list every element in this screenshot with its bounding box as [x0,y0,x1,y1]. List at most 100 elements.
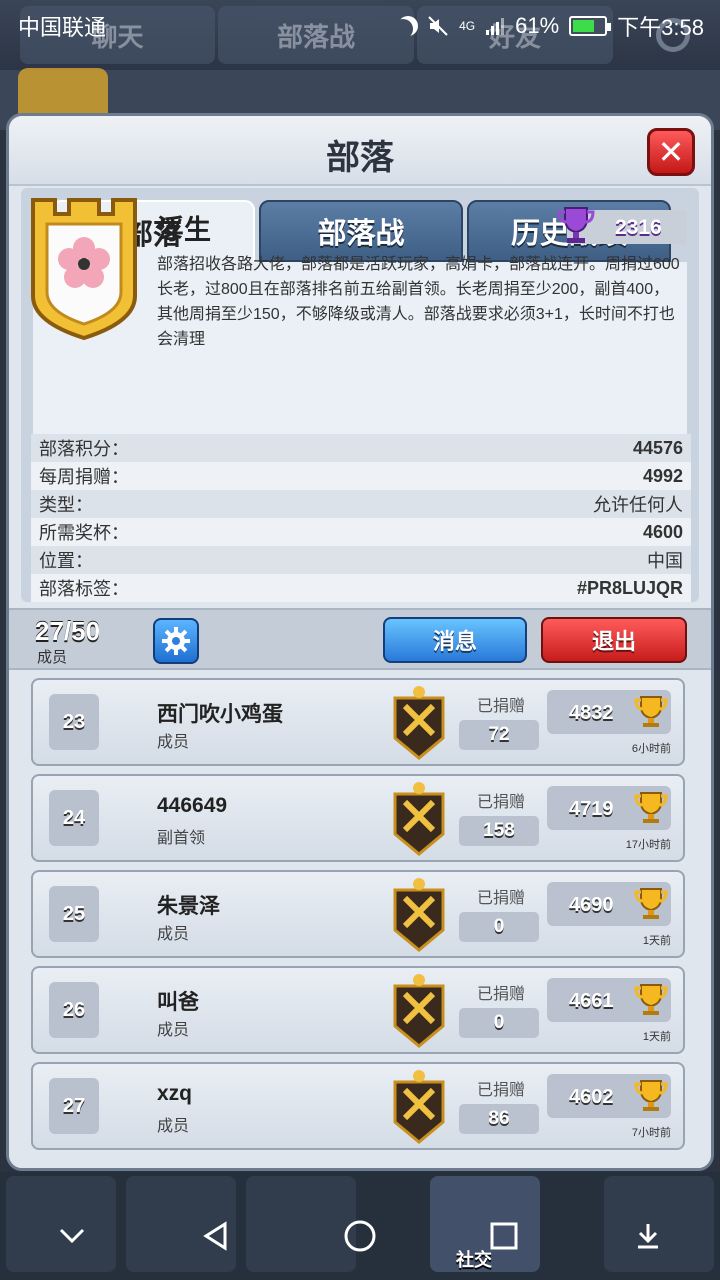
stat-row-location: 位置： 中国 [31,546,691,574]
member-name: 朱景泽 [157,895,220,918]
members-label: 成员 [37,649,68,666]
members-count: 27/50 [35,616,101,646]
leave-clan-button[interactable]: 退出 [541,617,687,663]
clan-trophies: 2316 [615,216,662,239]
member-row[interactable]: 27 xzq 成员 已捐赠 86 4602 7小时前 [31,1062,685,1150]
last-seen: 17小时前 [625,839,671,851]
donated-label: 已捐赠 [477,890,526,907]
stat-label: 所需奖杯： [39,523,129,543]
member-role: 成员 [157,734,190,751]
settings-button[interactable] [153,618,199,664]
clan-name: 浮生 [157,215,211,245]
stat-value: 中国 [647,551,683,571]
purple-trophy-icon [557,207,595,243]
stat-row-score: 部落积分： 44576 [31,434,691,462]
member-trophies: 4661 [569,990,614,1012]
member-rank: 25 [49,886,99,942]
donated-value: 86 [459,1104,539,1134]
clan-description: 部落招收各路大佬，部落都是活跃玩家，高娟卡，部落战连开。周捐过600长老，过80… [157,256,680,348]
last-seen: 7小时前 [631,1127,671,1139]
donated-label: 已捐赠 [477,698,526,715]
member-name: 西门吹小鸡蛋 [157,703,283,726]
stat-row-required-trophies: 所需奖杯： 4600 [31,518,691,546]
member-name: 叫爸 [157,991,199,1014]
recents-icon [490,1222,518,1250]
member-trophies: 4832 [569,702,614,724]
stat-row-weekly-donations: 每周捐赠： 4992 [31,462,691,490]
social-tab-label: 社交 [456,1250,492,1270]
member-rank: 26 [49,982,99,1038]
stat-label: 类型： [39,495,93,515]
member-role: 成员 [157,1022,190,1039]
signal-icon [486,18,505,35]
stat-row-clan-tag: 部落标签： #PR8LUJQR [31,574,691,602]
carrier-label: 中国联通 [18,15,107,40]
status-bar: 中国联通 4G 61% 下午3:58 [0,0,720,48]
trophy-icon [634,1080,668,1111]
last-seen: 6小时前 [631,743,671,755]
member-row[interactable]: 25 朱景泽 成员 已捐赠 0 4690 1天前 [31,870,685,958]
member-rank: 27 [49,1078,99,1134]
trophy-icon [634,888,668,919]
member-toolbar: 27/50 成员 消息 退出 [9,608,711,670]
back-button[interactable] [186,1206,246,1266]
member-trophies: 4719 [569,798,614,820]
chevron-down-icon [59,1228,85,1244]
clan-stats: 部落积分： 44576 每周捐赠： 4992 类型： 允许任何人 所需奖杯： 4600 … [31,434,691,602]
modal-title: 部落 [326,139,394,177]
donated-value: 0 [459,912,539,942]
stat-label: 位置： [39,551,93,571]
member-name: xzq [157,1082,193,1105]
member-trophies: 4690 [569,894,614,916]
stat-label: 部落积分： [39,439,129,459]
trophy-icon [634,792,668,823]
network-type-icon: 4G [459,18,476,33]
donated-label: 已捐赠 [477,794,526,811]
donated-label: 已捐赠 [477,986,526,1003]
arena-emblem-icon [393,782,445,856]
close-button[interactable]: ✕ [647,128,695,176]
message-button[interactable]: 消息 [383,617,527,663]
donated-value: 72 [459,720,539,750]
arena-emblem-icon [393,686,445,760]
trophy-icon [634,696,668,727]
member-role: 成员 [157,1118,190,1135]
arena-emblem-icon [393,974,445,1048]
home-button[interactable] [330,1206,390,1266]
member-row[interactable]: 23 西门吹小鸡蛋 成员 已捐赠 72 4832 6小时前 [31,678,685,766]
stat-value: 4600 [642,521,683,542]
member-row[interactable]: 24 446649 副首领 已捐赠 158 4719 17小时前 [31,774,685,862]
member-name: 446649 [157,794,228,817]
stat-value: 44576 [632,437,683,458]
donated-value: 0 [459,1008,539,1038]
stat-row-type: 类型： 允许任何人 [31,490,691,518]
pull-down-icon [638,1224,658,1249]
member-rank: 24 [49,790,99,846]
close-icon: ✕ [657,134,685,170]
do-not-disturb-icon [393,19,413,39]
member-row[interactable]: 26 叫爸 成员 已捐赠 0 4661 1天前 [31,966,685,1054]
back-icon [203,1221,227,1251]
member-role: 成员 [157,926,190,943]
stat-value: #PR8LUJQR [576,577,683,598]
mute-icon [428,16,448,36]
last-seen: 1天前 [642,1031,671,1043]
member-rank: 23 [49,694,99,750]
modal-header: 部落 ✕ [9,116,711,186]
home-icon [344,1220,376,1252]
arena-emblem-icon [393,878,445,952]
stat-value: 4992 [642,465,683,486]
battery-percent: 61% [515,13,560,38]
last-seen: 1天前 [642,935,671,947]
clan-modal: 部落 ✕ 部落 部落战 历史战绩 浮生 2316 部落招收各路大佬，部落都是活跃… [6,113,714,1171]
hide-keyboard-button[interactable] [42,1206,102,1266]
clan-badge-icon [31,198,137,341]
notification-pull-button[interactable] [618,1206,678,1266]
donated-value: 158 [459,816,539,846]
stat-label: 部落标签： [39,579,129,599]
member-trophies: 4602 [569,1086,614,1108]
member-list: 23 西门吹小鸡蛋 成员 已捐赠 72 4832 6小时前 24 446649 … [9,672,711,1168]
gear-icon [162,627,190,655]
battery-icon [569,16,612,36]
stat-label: 每周捐赠： [39,467,129,487]
